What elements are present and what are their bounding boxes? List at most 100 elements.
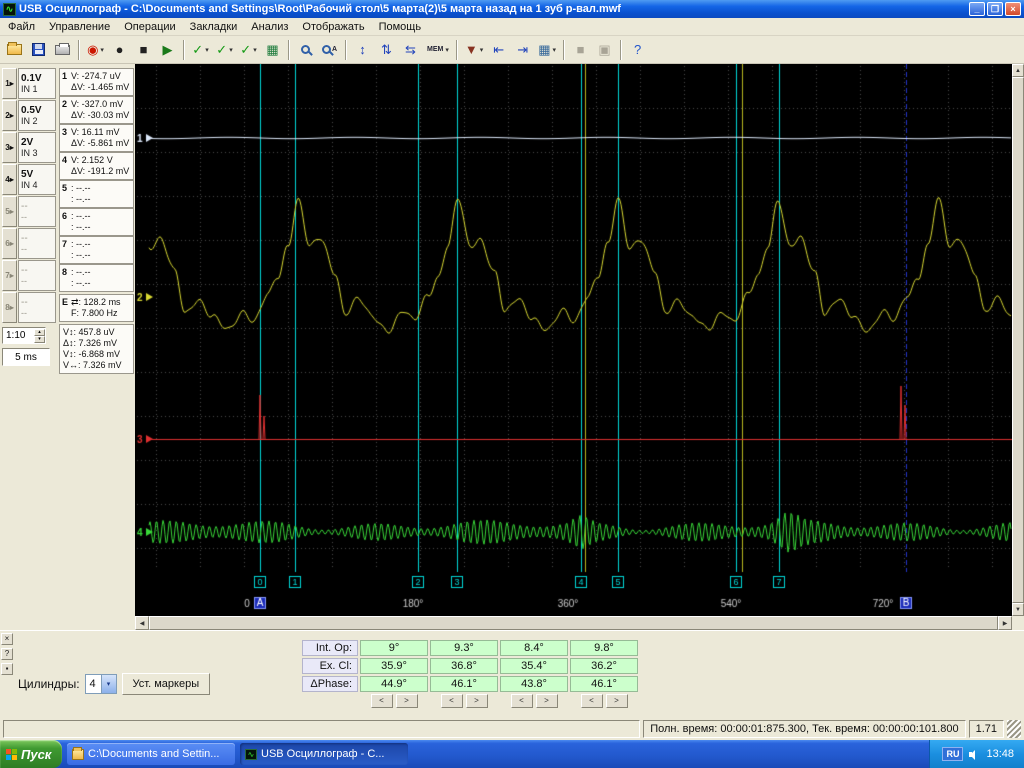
taskbar-task-explorer[interactable]: C:\Documents and Settin... <box>67 743 235 765</box>
prev-button[interactable]: < <box>580 694 603 708</box>
phase-value: 46.1° <box>430 676 498 692</box>
cursor-vertical-button[interactable]: ↕ <box>351 38 374 61</box>
scroll-up-icon[interactable]: ▲ <box>1012 64 1024 77</box>
vertical-scrollbar[interactable]: ▲ ▼ <box>1012 64 1024 630</box>
language-indicator[interactable]: RU <box>942 747 964 761</box>
cursor-pair-button[interactable]: ⇅ <box>375 38 398 61</box>
channel-button[interactable]: 1▸ <box>2 68 17 99</box>
channel-button[interactable]: 3▸ <box>2 132 17 163</box>
open-file-button[interactable] <box>3 38 26 61</box>
channel-button[interactable]: 5▸ <box>2 196 17 227</box>
horizontal-scrollbar[interactable]: ◀ ▶ <box>135 616 1012 630</box>
maximize-button[interactable]: ❐ <box>987 2 1003 16</box>
menu-item[interactable]: Операции <box>117 19 182 35</box>
menu-item[interactable]: Закладки <box>183 19 245 35</box>
next-button[interactable]: > <box>605 694 628 708</box>
print-button[interactable] <box>51 38 74 61</box>
prev-button[interactable]: < <box>370 694 393 708</box>
measurement-voltage: V: -274.7 uV <box>71 71 121 81</box>
measurement-voltage: : --.-- <box>71 211 91 221</box>
dropdown-arrow-icon[interactable]: ▾ <box>100 46 104 54</box>
screenshot-button[interactable]: ■ <box>569 38 592 61</box>
dropdown-arrow-icon[interactable]: ▾ <box>229 46 233 54</box>
toolbar-separator <box>288 39 290 60</box>
next-button[interactable]: > <box>465 694 488 708</box>
volume-icon[interactable] <box>969 749 980 760</box>
scroll-down-icon[interactable]: ▼ <box>1012 603 1024 616</box>
menu-item[interactable]: Файл <box>1 19 42 35</box>
resize-grip[interactable] <box>1007 720 1021 738</box>
scope-display[interactable] <box>135 64 1012 616</box>
print-icon <box>55 42 70 55</box>
next-button[interactable]: > <box>395 694 418 708</box>
close-button[interactable]: × <box>1005 2 1021 16</box>
signal-check-3-button[interactable]: ✓ ▾ <box>237 38 260 61</box>
horizontal-scroll-thumb[interactable] <box>149 616 998 630</box>
menu-item[interactable]: Управление <box>42 19 117 35</box>
prev-button[interactable]: < <box>440 694 463 708</box>
channel-button[interactable]: 6▸ <box>2 228 17 259</box>
combo-arrow-icon[interactable]: ▾ <box>100 675 116 693</box>
cylinders-select[interactable]: 4 ▾ <box>84 674 117 694</box>
view-mode-button[interactable]: ▼ ▾ <box>462 38 486 61</box>
zoom-wave-button[interactable] <box>294 38 317 61</box>
panel-close-button[interactable]: × <box>1 633 13 645</box>
channel-range-box[interactable]: 0.1V IN 1 <box>18 68 56 99</box>
menu-item[interactable]: Помощь <box>372 19 429 35</box>
set-markers-button[interactable]: Уст. маркеры <box>121 673 211 695</box>
start-button[interactable]: Пуск <box>0 740 62 768</box>
channel-range-box[interactable]: -- -- <box>18 196 56 227</box>
signal-check-2-button[interactable]: ✓ ▾ <box>213 38 236 61</box>
menu-item[interactable]: Отображать <box>295 19 371 35</box>
channel-button[interactable]: 4▸ <box>2 164 17 195</box>
dropdown-arrow-icon[interactable]: ▾ <box>445 46 449 54</box>
cursor-horizontal-button[interactable]: ⇆ <box>399 38 422 61</box>
memory-label: MEM <box>427 46 444 53</box>
panel-help-button[interactable]: ? <box>1 648 13 660</box>
record-button[interactable]: ● <box>108 38 131 61</box>
cylinders-label: Цилиндры: <box>18 677 80 691</box>
minimize-button[interactable]: _ <box>969 2 985 16</box>
next-button[interactable]: > <box>535 694 558 708</box>
dropdown-arrow-icon[interactable]: ▾ <box>205 46 209 54</box>
marker-left-button[interactable]: ⇤ <box>487 38 510 61</box>
probe-divider-spinner[interactable]: 1:10 ▴ ▾ <box>2 327 46 344</box>
play-button[interactable]: ▶ <box>156 38 179 61</box>
marker-right-button[interactable]: ⇥ <box>511 38 534 61</box>
channel-range-box[interactable]: 0.5V IN 2 <box>18 100 56 131</box>
menu-item[interactable]: Анализ <box>244 19 295 35</box>
dropdown-arrow-icon[interactable]: ▾ <box>480 46 484 54</box>
timebase-display[interactable]: 5 ms <box>2 348 50 366</box>
channel-range-box[interactable]: -- -- <box>18 260 56 291</box>
channel-range-box[interactable]: 5V IN 4 <box>18 164 56 195</box>
scroll-left-icon[interactable]: ◀ <box>135 616 149 630</box>
signal-grid-button[interactable]: ▦ <box>261 38 284 61</box>
prev-button[interactable]: < <box>510 694 533 708</box>
zoom-auto-button[interactable]: A <box>318 38 341 61</box>
spinner-down-icon[interactable]: ▾ <box>34 335 45 343</box>
signal-check-1-button[interactable]: ✓ ▾ <box>189 38 212 61</box>
taskbar-task-oscilloscope[interactable]: ∿ USB Осциллограф - C... <box>240 743 408 765</box>
camera-button[interactable]: ▣ <box>593 38 616 61</box>
dropdown-arrow-icon[interactable]: ▾ <box>253 46 257 54</box>
stop-button[interactable]: ■ <box>132 38 155 61</box>
scroll-right-icon[interactable]: ▶ <box>998 616 1012 630</box>
channel-range-box[interactable]: -- -- <box>18 292 56 323</box>
channel-range: -- <box>21 297 28 308</box>
channel-range-box[interactable]: 2V IN 3 <box>18 132 56 163</box>
channel-button[interactable]: 7▸ <box>2 260 17 291</box>
dropdown-arrow-icon[interactable]: ▾ <box>553 46 557 54</box>
power-button[interactable]: ◉ ▾ <box>84 38 107 61</box>
save-file-button[interactable] <box>27 38 50 61</box>
panel-pin-button[interactable]: ▪ <box>1 663 13 675</box>
vertical-scroll-thumb[interactable] <box>1012 77 1024 603</box>
channel-range-box[interactable]: -- -- <box>18 228 56 259</box>
channel-button[interactable]: 2▸ <box>2 100 17 131</box>
phase-row-label: Int. Op: <box>302 640 358 656</box>
spinner-up-icon[interactable]: ▴ <box>34 328 45 336</box>
channel-button[interactable]: 8▸ <box>2 292 17 323</box>
chart-view-button[interactable]: ▦ ▾ <box>535 38 559 61</box>
status-bar: Полн. время: 00:00:01:875.300, Тек. врем… <box>0 718 1024 740</box>
memory-button[interactable]: MEM ▾ <box>423 38 452 61</box>
help-button[interactable]: ? <box>626 38 649 61</box>
